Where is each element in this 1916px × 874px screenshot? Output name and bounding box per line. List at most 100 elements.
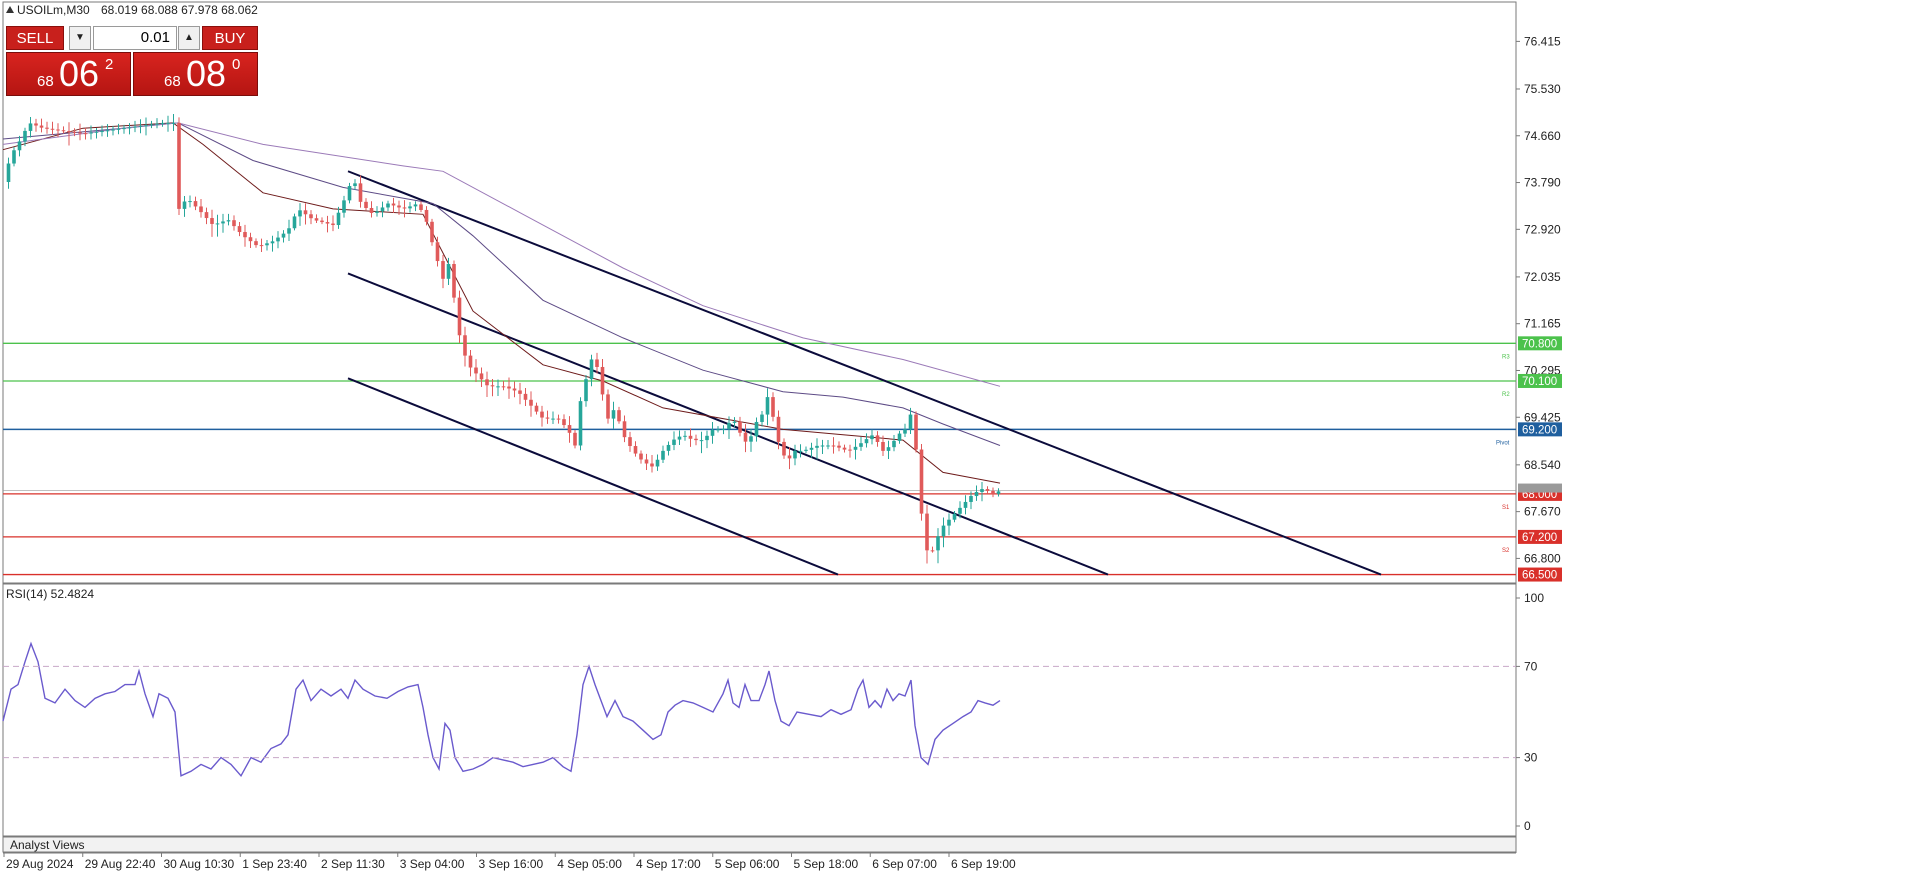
candle-body — [551, 418, 555, 420]
candle-body — [892, 440, 896, 448]
candle-body — [518, 390, 522, 394]
candle-body — [276, 237, 280, 242]
candle-body — [501, 386, 506, 388]
candle-body — [122, 128, 126, 130]
candle-body — [804, 449, 808, 451]
sell-button[interactable]: SELL — [6, 26, 64, 50]
candle-body — [952, 513, 957, 520]
candle-body — [424, 209, 429, 222]
candle-body — [237, 226, 242, 233]
candle-body — [270, 241, 275, 244]
candle-body — [661, 450, 665, 460]
candle-body — [353, 183, 357, 187]
ohlc-values: 68.019 68.088 67.978 68.062 — [101, 3, 258, 17]
candle-body — [331, 223, 335, 226]
analyst-views-bar[interactable] — [2, 836, 1517, 853]
candle-body — [23, 130, 27, 142]
candle-body — [567, 425, 572, 433]
buy-price-box[interactable]: 68 08 0 — [133, 52, 258, 96]
candle-body — [303, 210, 308, 215]
candle-body — [886, 447, 891, 451]
candle-body — [859, 443, 863, 447]
time-tick-label: 1 Sep 23:40 — [242, 857, 307, 871]
candle-body — [232, 220, 236, 227]
candle-body — [556, 418, 561, 420]
candle-body — [111, 129, 115, 131]
candle-body — [457, 297, 462, 336]
last-price-label-bg — [1518, 483, 1562, 493]
lot-decrease-button[interactable]: ▼ — [69, 26, 91, 50]
candle-body — [991, 490, 995, 494]
candle-body — [243, 232, 247, 238]
level-label-69.200: 69.200 — [1522, 424, 1557, 436]
candle-body — [50, 128, 55, 130]
candle-body — [94, 131, 99, 133]
candle-body — [683, 435, 687, 437]
candle-body — [765, 397, 770, 415]
buy-button[interactable]: BUY — [202, 26, 258, 50]
buy-price-prefix: 68 — [164, 73, 181, 90]
candle-body — [496, 386, 500, 388]
candle-body — [342, 200, 346, 213]
candle-body — [969, 496, 973, 502]
time-tick-label: 30 Aug 10:30 — [164, 857, 235, 871]
symbol-info: USOILm,M30 — [17, 3, 90, 17]
candle-body — [166, 122, 170, 124]
lot-size-input[interactable]: 0.01 — [93, 26, 177, 50]
level-label-70.800: 70.800 — [1522, 338, 1557, 350]
candle-body — [380, 207, 385, 212]
time-tick-label: 3 Sep 16:00 — [479, 857, 544, 871]
candle-body — [716, 429, 720, 431]
candle-body — [485, 379, 489, 386]
time-tick-label: 29 Aug 2024 — [6, 857, 74, 871]
candle-body — [732, 421, 737, 423]
candle-body — [254, 241, 258, 246]
candle-body — [56, 129, 60, 131]
candle-body — [710, 429, 715, 436]
level-label-67.200: 67.200 — [1522, 532, 1557, 544]
candle-body — [292, 216, 297, 229]
candle-body — [947, 519, 951, 526]
candle-body — [853, 446, 858, 450]
candle-body — [727, 422, 731, 429]
candle-body — [298, 210, 302, 217]
candle-body — [490, 385, 495, 387]
time-tick-label: 3 Sep 04:00 — [400, 857, 465, 871]
lot-increase-button[interactable]: ▲ — [178, 26, 200, 50]
sell-price-box[interactable]: 68 06 2 — [6, 52, 131, 96]
candle-body — [259, 245, 264, 247]
candle-body — [265, 243, 269, 246]
candle-body — [386, 203, 390, 208]
price-tick-label: 72.035 — [1524, 270, 1561, 284]
level-tag-r3: R3 — [1502, 354, 1510, 360]
candle-body — [347, 186, 352, 201]
analyst-views-label[interactable]: Analyst Views — [10, 838, 84, 852]
candle-body — [848, 449, 852, 451]
price-tick-label: 74.660 — [1524, 129, 1561, 143]
candle-body — [430, 221, 434, 243]
candle-body — [45, 127, 49, 129]
price-tick-label: 72.920 — [1524, 222, 1561, 236]
candle-body — [67, 130, 71, 132]
candle-body — [782, 441, 786, 456]
candle-body — [738, 421, 742, 433]
candle-body — [17, 141, 22, 151]
time-tick-label: 5 Sep 18:00 — [794, 857, 859, 871]
candle-body — [12, 150, 16, 164]
time-tick-label: 6 Sep 07:00 — [872, 857, 937, 871]
candle-body — [578, 401, 583, 446]
candle-body — [83, 133, 88, 135]
candle-body — [287, 228, 291, 234]
candle-body — [182, 201, 187, 209]
candle-body — [837, 445, 841, 448]
time-tick-label: 4 Sep 05:00 — [557, 857, 622, 871]
candle-body — [479, 373, 484, 380]
candle-body — [936, 536, 940, 551]
candle-body — [468, 355, 473, 368]
candle-body — [160, 122, 165, 124]
candle-body — [325, 222, 330, 224]
candle-body — [600, 366, 605, 395]
sell-price-sup: 2 — [105, 56, 114, 73]
candle-body — [650, 463, 654, 467]
level-label-70.100: 70.100 — [1522, 376, 1557, 388]
